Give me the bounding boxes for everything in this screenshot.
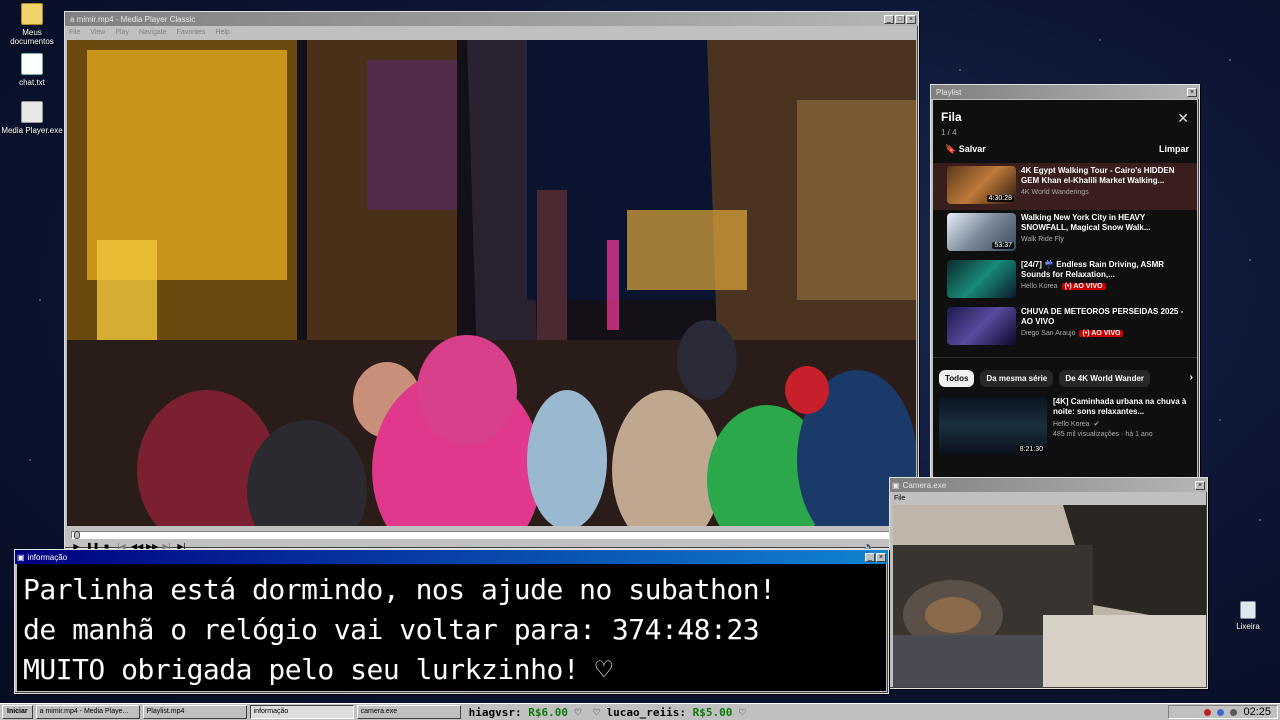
list-item[interactable]: 53:37 Walking New York City in HEAVY SNO…: [933, 210, 1197, 257]
bookmark-icon: 🔖: [945, 144, 957, 154]
filter-chips: Todos Da mesma série De 4K World Wander …: [933, 357, 1197, 387]
menu-file[interactable]: File: [69, 29, 80, 36]
info-text-area: Parlinha está dormindo, nos ajude no sub…: [17, 564, 886, 691]
verified-icon: ✔: [1093, 421, 1100, 428]
close-icon[interactable]: ✕: [1177, 110, 1189, 127]
menu-file[interactable]: File: [894, 495, 905, 502]
chip-all[interactable]: Todos: [939, 370, 975, 387]
live-badge: (•) AO VIVO: [1079, 330, 1124, 337]
video-thumbnail: 8:21:30: [939, 397, 1047, 455]
heart-icon: ♡: [574, 705, 582, 719]
sleeping-cat-image: [893, 505, 1206, 687]
menu-bar: File: [890, 492, 1207, 504]
info-window: ▣ informação _ × Parlinha está dormindo,…: [14, 549, 889, 694]
minimize-button[interactable]: _: [865, 552, 875, 562]
queue-list: 4:30:28 4K Egypt Walking Tour - Cairo's …: [933, 163, 1197, 351]
info-line-1: Parlinha está dormindo, nos ajude no sub…: [23, 573, 776, 606]
text-file-icon: [21, 53, 43, 75]
close-button[interactable]: ×: [1187, 87, 1197, 97]
tray-icon[interactable]: [1217, 708, 1225, 716]
app-icon: ▣: [17, 552, 25, 562]
system-tray: 02:25: [1168, 705, 1278, 719]
close-button[interactable]: ×: [1195, 480, 1205, 490]
clear-button[interactable]: Limpar: [1159, 144, 1189, 155]
queue-panel: Fila 1 / 4 ✕ 🔖 Salvar Limpar 4:30:28 4K …: [933, 100, 1197, 477]
video-thumbnail: 4:30:28: [947, 166, 1016, 204]
recycle-bin-icon: [1240, 601, 1256, 619]
save-button[interactable]: 🔖 Salvar: [945, 144, 986, 155]
video-thumbnail: [947, 307, 1016, 345]
donations-ticker: hiagvsr: R$6.00 ♡ ♡ lucao_reiis: R$5.00 …: [469, 706, 746, 719]
queue-count: 1 / 4: [941, 128, 957, 137]
taskbar-item-media-player[interactable]: a mimir.mp4 - Media Playe...: [35, 705, 140, 719]
heart-icon: ♡: [593, 705, 600, 719]
maximize-button[interactable]: □: [895, 14, 905, 24]
live-badge: (•) AO VIVO: [1061, 283, 1106, 290]
info-line-3: MUITO obrigada pelo seu lurkzinho! ♡: [23, 653, 612, 686]
taskbar: Iniciar a mimir.mp4 - Media Playe... Pla…: [0, 703, 1280, 720]
desktop-icon-recycle-bin[interactable]: Lixeira: [1216, 601, 1280, 631]
heart-icon: ♡: [738, 705, 746, 719]
playlist-window: Playlist × Fila 1 / 4 ✕ 🔖 Salvar Limpar …: [930, 84, 1200, 480]
info-line-2: de manhã o relógio vai voltar para: 374:…: [23, 613, 760, 646]
seek-thumb[interactable]: [74, 531, 80, 539]
queue-title: Fila: [941, 110, 962, 124]
menu-help[interactable]: Help: [215, 29, 229, 36]
camera-titlebar[interactable]: ▣ Camera.exe ×: [890, 478, 1207, 492]
video-thumbnail: 53:37: [947, 213, 1016, 251]
close-button[interactable]: ×: [876, 552, 886, 562]
camera-feed: [893, 505, 1206, 687]
taskbar-item-playlist[interactable]: Playlist.mp4: [142, 705, 247, 719]
list-item[interactable]: 4:30:28 4K Egypt Walking Tour - Cairo's …: [933, 163, 1197, 210]
menu-view[interactable]: View: [90, 29, 105, 36]
clock[interactable]: 02:25: [1243, 706, 1271, 718]
folder-icon: [21, 3, 43, 25]
taskbar-item-camera[interactable]: camera.exe: [356, 705, 461, 719]
menu-bar: File View Play Navigate Favorites Help: [65, 26, 918, 38]
list-item[interactable]: [24/7] ☔ Endless Rain Driving, ASMR Soun…: [933, 257, 1197, 304]
donation-entry: ♡ lucao_reiis: R$5.00 ♡: [593, 705, 746, 719]
video-frame[interactable]: [67, 40, 916, 526]
camera-app-icon: ▣: [892, 480, 900, 490]
start-button[interactable]: Iniciar: [2, 705, 33, 719]
close-button[interactable]: ×: [906, 14, 916, 24]
menu-favorites[interactable]: Favorites: [177, 29, 206, 36]
minimize-button[interactable]: _: [884, 14, 894, 24]
street-scene-image: [67, 40, 916, 526]
donation-entry: hiagvsr: R$6.00 ♡: [468, 705, 582, 719]
chip-same-series[interactable]: Da mesma série: [980, 370, 1054, 387]
playlist-titlebar[interactable]: Playlist ×: [931, 85, 1199, 99]
window-title: Playlist: [936, 87, 962, 97]
info-titlebar[interactable]: ▣ informação _ ×: [15, 550, 888, 564]
volume-icon[interactable]: [1230, 708, 1238, 716]
video-thumbnail: [947, 260, 1016, 298]
media-player-titlebar[interactable]: a mimir.mp4 - Media Player Classic _ □ ×: [65, 12, 918, 26]
taskbar-item-info[interactable]: informação: [249, 705, 354, 719]
window-title: a mimir.mp4 - Media Player Classic: [70, 14, 196, 24]
desktop-icon-media-player[interactable]: Media Player.exe: [0, 101, 64, 135]
tray-icon[interactable]: [1204, 708, 1212, 716]
menu-navigate[interactable]: Navigate: [139, 29, 167, 36]
camera-window: ▣ Camera.exe × File: [889, 477, 1208, 689]
media-player-window: a mimir.mp4 - Media Player Classic _ □ ×…: [64, 11, 919, 551]
desktop-icon-chat-txt[interactable]: chat.txt: [0, 53, 64, 87]
window-title: informação: [27, 552, 68, 562]
list-item[interactable]: CHUVA DE METEOROS PERSEIDAS 2025 - AO VI…: [933, 304, 1197, 351]
menu-play[interactable]: Play: [115, 29, 129, 36]
desktop-icon-my-documents[interactable]: Meus documentos: [0, 3, 64, 46]
window-title: Camera.exe: [902, 480, 947, 490]
chevron-right-icon[interactable]: ›: [1190, 372, 1193, 383]
recommended-video[interactable]: 8:21:30 [4K] Caminhada urbana na chuva à…: [933, 387, 1197, 455]
media-player-icon: [21, 101, 43, 123]
chip-channel[interactable]: De 4K World Wander: [1059, 370, 1151, 387]
seek-bar[interactable]: [71, 531, 914, 539]
